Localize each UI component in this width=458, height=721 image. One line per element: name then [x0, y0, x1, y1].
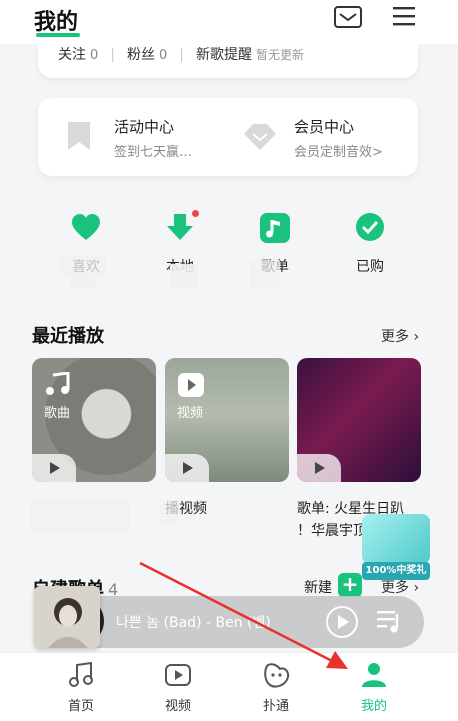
profile-icon	[362, 663, 386, 687]
nav-home[interactable]: 首页	[46, 653, 116, 721]
recent-tile-song[interactable]: 歌曲	[32, 358, 156, 482]
check-circle-icon	[356, 213, 384, 241]
follow-label[interactable]: 关注	[58, 47, 86, 63]
recent-tile-video[interactable]: 视频	[165, 358, 289, 482]
top-header: 我的	[0, 0, 458, 44]
activity-center-subtitle: 签到七天赢…	[114, 145, 193, 160]
activity-center-title: 活动中心	[114, 118, 175, 136]
recent-tile-playlist[interactable]	[297, 358, 421, 482]
now-playing-title: 나쁜 놈 (Bad) - Ben (벤)	[116, 615, 271, 631]
download-icon	[167, 214, 193, 240]
title-underline	[36, 33, 80, 37]
member-center-subtitle: 会员定制音效>	[294, 145, 383, 160]
nav-home-label: 首页	[67, 699, 94, 714]
quick-purchased-label: 已购	[356, 259, 384, 275]
album-cover[interactable]	[34, 586, 100, 648]
recent-section-title: 最近播放	[32, 326, 104, 347]
playlist-icon[interactable]	[376, 608, 404, 634]
recent-tile-song-tag: 歌曲	[44, 406, 71, 421]
puton-icon	[264, 663, 290, 688]
new-songs-label[interactable]: 新歌提醒	[196, 47, 252, 63]
play-icon[interactable]	[32, 454, 76, 482]
notification-dot	[192, 210, 199, 217]
nav-video[interactable]: 视频	[143, 653, 213, 721]
heart-icon	[72, 214, 100, 240]
video-play-icon	[178, 373, 204, 397]
add-playlist-button[interactable]: +	[338, 573, 362, 597]
music-note-icon	[260, 213, 290, 243]
member-center-title: 会员中心	[294, 118, 355, 136]
recent-more-link[interactable]: 更多 ›	[381, 326, 419, 346]
center-card: 活动中心 签到七天赢… 会员中心 会员定制音效>	[38, 98, 418, 176]
play-icon[interactable]	[297, 454, 341, 482]
stats-row: 关注 0 | 粉丝 0 | 新歌提醒 暂无更新	[58, 47, 305, 63]
member-center[interactable]: 会员中心 会员定制音效>	[218, 98, 398, 176]
gift-box-icon	[362, 514, 430, 564]
activity-center[interactable]: 活动中心 签到七天赢…	[38, 98, 218, 176]
mail-icon[interactable]	[333, 4, 363, 30]
new-songs-status: 暂无更新	[256, 48, 305, 62]
nav-profile-label: 我的	[360, 699, 387, 714]
gift-badge[interactable]: 100%中奖礼包	[362, 514, 430, 594]
follow-count: 0	[90, 48, 99, 63]
menu-icon[interactable]	[392, 5, 416, 27]
music-home-icon	[69, 661, 93, 687]
fans-label[interactable]: 粉丝	[127, 47, 155, 63]
nav-profile[interactable]: 我的	[339, 653, 409, 721]
new-playlist-label[interactable]: 新建	[304, 577, 332, 597]
recent-tile-video-tag: 视频	[177, 406, 204, 421]
playlists-more-link[interactable]: 更多 ›	[381, 577, 419, 597]
page-title: 我的	[34, 10, 79, 35]
nav-puton[interactable]: 扑通	[241, 653, 311, 721]
play-icon[interactable]	[165, 454, 209, 482]
bookmark-icon	[68, 122, 90, 150]
quick-purchased[interactable]: 已购	[340, 212, 400, 292]
music-note-icon	[46, 372, 70, 395]
bottom-nav: 首页 视频 扑通 我的	[0, 652, 458, 721]
nav-video-label: 视频	[164, 699, 191, 714]
play-pause-button[interactable]	[326, 606, 358, 638]
diamond-icon	[244, 124, 276, 150]
fans-count: 0	[159, 48, 168, 63]
nav-puton-label: 扑通	[262, 699, 289, 714]
video-icon	[165, 664, 191, 686]
